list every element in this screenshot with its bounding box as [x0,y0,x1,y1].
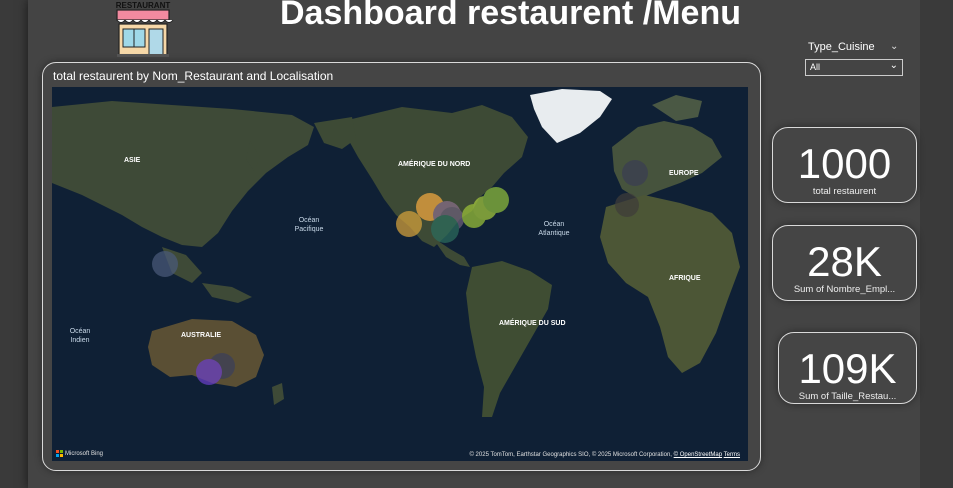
map-bubble[interactable] [152,251,178,277]
kpi-label: total restaurent [812,186,877,197]
map-title: total restaurent by Nom_Restaurant and L… [53,69,334,83]
microsoft-logo-icon [56,450,63,457]
type-cuisine-dropdown[interactable]: All ⌄ [805,59,903,76]
map-bubble[interactable] [196,359,222,385]
map-bubble[interactable] [483,187,509,213]
kpi-card-sum-nombre-empl: 28K Sum of Nombre_Empl... [772,225,917,301]
right-margin [920,0,953,488]
world-map[interactable]: ASIE Océan Pacifique AMÉRIQUE DU NORD Océ… [52,87,748,461]
slicer-label: Type_Cuisine [808,41,875,53]
label-asia: ASIE [124,157,141,164]
chevron-down-icon: ⌄ [889,60,898,71]
kpi-label: Sum of Nombre_Empl... [793,284,896,295]
kpi-value: 28K [807,238,882,285]
kpi-value: 109K [798,345,897,392]
map-bubble[interactable] [431,215,459,243]
map-credits: © 2025 TomTom, Earthstar Geographics SIO… [469,452,740,458]
credit-text: © 2025 TomTom, Earthstar Geographics SIO… [469,452,672,458]
label-africa: AFRIQUE [669,275,701,282]
kpi-card-sum-taille-restau: 109K Sum of Taille_Restau... [778,332,917,404]
map-svg: ASIE Océan Pacifique AMÉRIQUE DU NORD Océ… [52,87,748,461]
kpi-card-total-restaurent: 1000 total restaurent [772,127,917,203]
map-bubble[interactable] [396,211,422,237]
label-south-america: AMÉRIQUE DU SUD [499,318,566,327]
provider-attribution: Microsoft Bing [56,450,103,457]
provider-name: Microsoft Bing [65,450,104,457]
map-bubble[interactable] [615,193,639,217]
label-australia: AUSTRALIE [181,332,221,339]
restaurant-logo: RESTAURANT [111,0,175,60]
label-north-america: AMÉRIQUE DU NORD [398,159,470,168]
chevron-down-icon[interactable]: ⌄ [890,41,898,52]
terms-link[interactable]: Terms [724,452,740,458]
map-bubble[interactable] [622,160,648,186]
kpi-value: 1000 [797,140,892,187]
left-margin [0,0,28,488]
openstreetmap-link[interactable]: © OpenStreetMap [674,452,722,458]
kpi-label: Sum of Taille_Restau... [798,391,897,402]
dropdown-value: All [810,62,821,72]
logo-text: RESTAURANT [116,1,171,10]
label-europe: EUROPE [669,170,699,177]
page-title: Dashboard restaurent /Menu [280,0,741,32]
